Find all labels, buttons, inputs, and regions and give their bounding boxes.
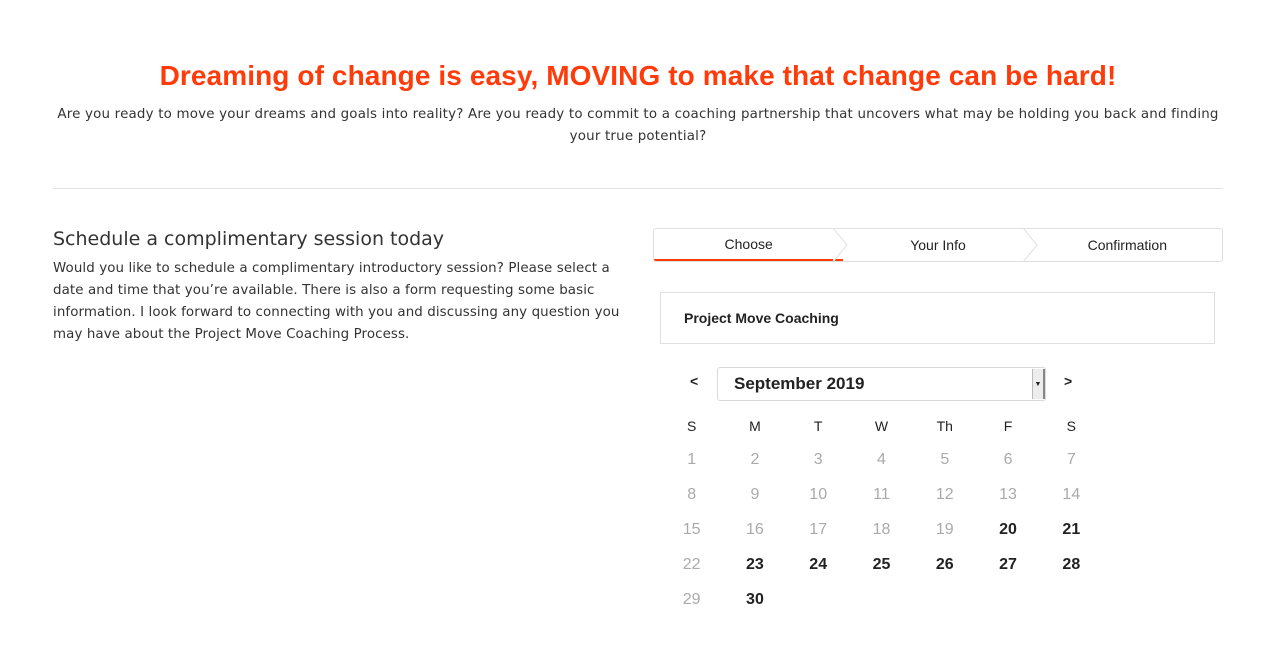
service-option[interactable]: Project Move Coaching (660, 292, 1215, 344)
hero-subtitle: Are you ready to move your dreams and go… (57, 107, 1219, 144)
calendar-day-available[interactable]: 27 (976, 556, 1039, 574)
calendar-day-unavailable: 6 (1003, 450, 1013, 468)
calendar-day-unavailable: 14 (1062, 485, 1081, 503)
calendar-day-available[interactable]: 25 (850, 556, 913, 574)
calendar-week-row: 29 30 (660, 582, 1103, 617)
calendar-day-unavailable: 1 (687, 450, 697, 468)
step-confirmation[interactable]: Confirmation (1033, 229, 1222, 261)
calendar-day-available[interactable]: 24 (787, 556, 850, 574)
calendar-day-unavailable: 19 (935, 520, 954, 538)
calendar-day-available[interactable]: 21 (1040, 521, 1103, 539)
calendar-day-unavailable: 18 (872, 520, 891, 538)
calendar-day-unavailable: 13 (999, 485, 1017, 503)
chevron-separator-icon (833, 229, 848, 261)
calendar-day-unavailable: 4 (877, 450, 886, 468)
calendar-week-row: 15 16 17 18 19 20 21 (660, 512, 1103, 547)
chevron-separator-icon (1022, 229, 1038, 261)
intro-text: Would you like to schedule a complimenta… (53, 261, 620, 342)
calendar-day-available[interactable]: 26 (913, 556, 976, 574)
weekday-label: W (874, 418, 889, 434)
calendar-day-available[interactable]: 20 (976, 521, 1039, 539)
weekday-label: S (686, 418, 697, 434)
calendar-day-unavailable: 2 (750, 450, 760, 468)
calendar-day-unavailable: 12 (935, 485, 954, 503)
weekday-label: S (1066, 418, 1076, 434)
month-select[interactable]: September 2019 ▼ (717, 367, 1046, 401)
calendar-day-unavailable: 22 (682, 555, 701, 573)
calendar-day-unavailable: 5 (940, 450, 950, 468)
dropdown-arrow-icon[interactable]: ▼ (1032, 369, 1045, 399)
step-label: Choose (724, 236, 773, 252)
step-label: Your Info (910, 237, 966, 253)
calendar-day-unavailable: 10 (809, 485, 828, 503)
service-name: Project Move Coaching (684, 310, 839, 326)
weekday-header-row: S M T W Th F S (660, 410, 1103, 442)
calendar-day-available[interactable]: 23 (723, 556, 786, 574)
intro-section: Schedule a complimentary session today W… (53, 228, 633, 346)
calendar-grid: S M T W Th F S 1 2 3 4 5 6 7 8 9 10 11 12 13 14 15 16 17 18 19 20… (660, 410, 1103, 617)
calendar-day-unavailable: 29 (682, 590, 701, 608)
month-select-value: September 2019 (734, 374, 865, 393)
step-your-info[interactable]: Your Info (843, 229, 1038, 261)
calendar-day-unavailable: 3 (813, 450, 823, 468)
calendar-body: 1 2 3 4 5 6 7 8 9 10 11 12 13 14 15 16 17 18 19 20 21 22 23 24 2… (660, 442, 1103, 617)
step-label: Confirmation (1087, 237, 1167, 253)
hero-title: Dreaming of change is easy, MOVING to ma… (159, 60, 1117, 91)
weekday-label: F (1003, 418, 1013, 434)
calendar-day-unavailable: 9 (750, 485, 760, 503)
booking-steps: Choose Your Info Confirmation (653, 228, 1223, 262)
calendar-day-unavailable: 7 (1066, 450, 1076, 468)
calendar-day-available[interactable]: 30 (723, 591, 786, 609)
next-month-button[interactable]: > (1064, 373, 1072, 389)
calendar-week-row: 1 2 3 4 5 6 7 (660, 442, 1103, 477)
weekday-label: T (813, 418, 823, 434)
calendar-day-unavailable: 8 (687, 485, 697, 503)
divider (53, 188, 1223, 189)
calendar-week-row: 22 23 24 25 26 27 28 (660, 547, 1103, 582)
month-navigation: < September 2019 ▼ > (660, 367, 1100, 401)
calendar-day-unavailable: 15 (682, 520, 701, 538)
calendar-week-row: 8 9 10 11 12 13 14 (660, 477, 1103, 512)
calendar-day-unavailable: 16 (746, 520, 764, 538)
weekday-label: M (749, 418, 761, 434)
weekday-label: Th (936, 418, 953, 434)
calendar-day-unavailable: 11 (873, 485, 890, 503)
calendar-day-available[interactable]: 28 (1040, 556, 1103, 574)
step-choose[interactable]: Choose (654, 229, 848, 261)
calendar-day-unavailable: 17 (809, 520, 828, 538)
intro-title: Schedule a complimentary session today (53, 228, 445, 250)
prev-month-button[interactable]: < (690, 373, 698, 389)
